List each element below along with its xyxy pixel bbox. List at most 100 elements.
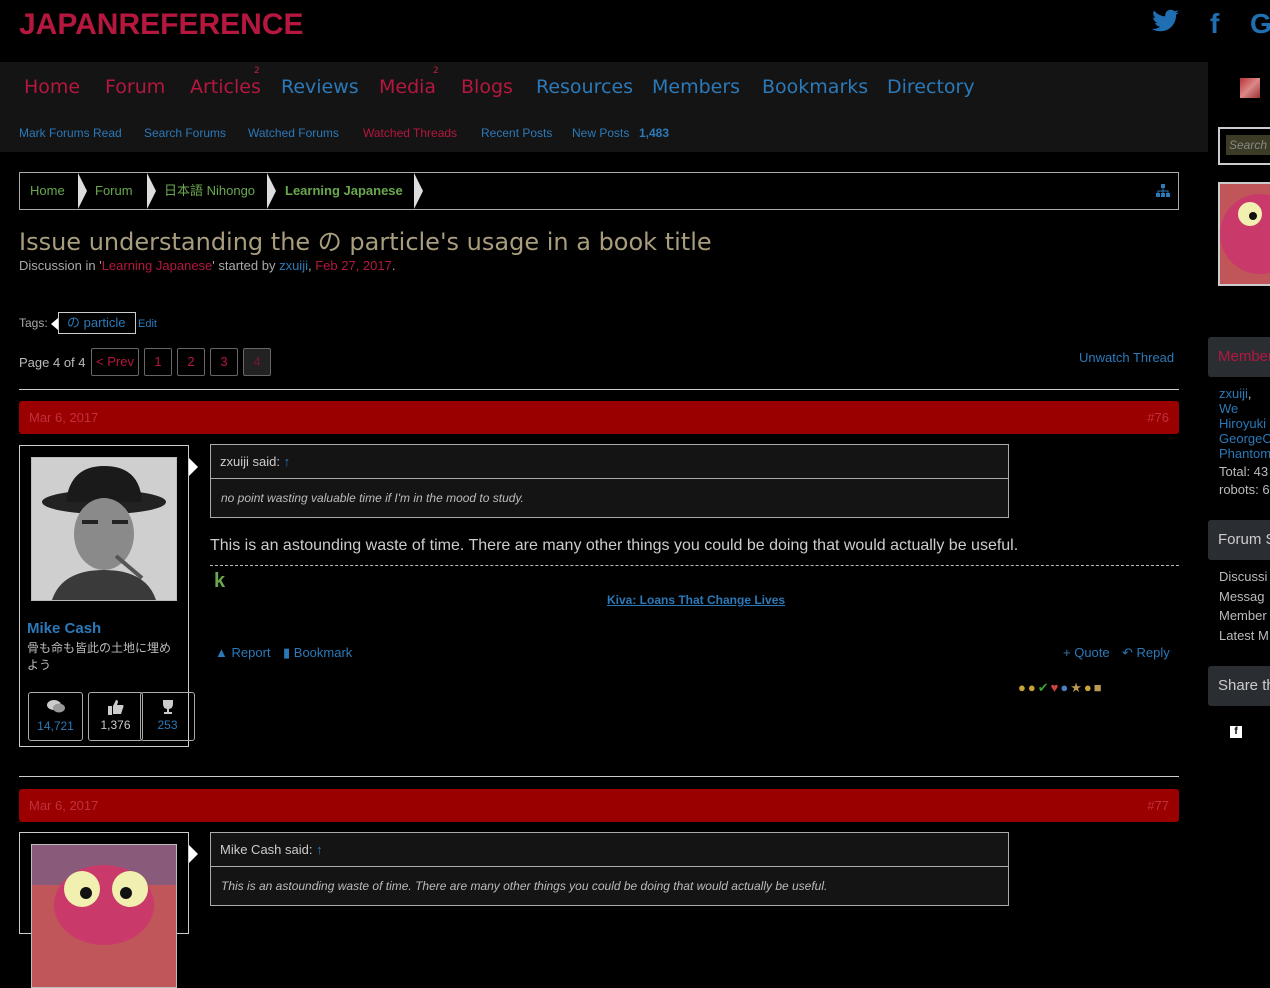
kiva-logo[interactable]: k [214,570,225,593]
mark-forums-read-link[interactable]: Mark Forums Read [19,126,122,140]
member-link[interactable]: zxuiji [1219,386,1248,401]
post-number[interactable]: #76 [1147,410,1169,425]
user-avatar[interactable] [31,457,177,601]
page-3-button[interactable]: 3 [210,348,238,376]
nav-articles[interactable]: Articles 2 [190,66,261,98]
nav-home[interactable]: Home [24,76,80,98]
likes-icon [89,699,142,718]
breadcrumb-separator [267,173,276,209]
sub-nav: Mark Forums Read Search Forums Watched F… [0,112,1208,152]
funny-reaction-icon[interactable]: ● [1028,680,1038,695]
info-reaction-icon[interactable]: ● [1060,680,1070,695]
user-title: 骨も命も皆此の土地に埋めよう [27,641,172,672]
facebook-share-icon[interactable]: f [1230,726,1242,738]
main-nav: Home Forum Articles 2 Reviews Media 2 Blog… [0,62,1260,112]
search-input[interactable]: Search [1226,135,1270,155]
stat-likes[interactable]: 1,376 [88,692,143,741]
signature-link[interactable]: Kiva: Loans That Change Lives [607,593,785,607]
breadcrumb-learning-japanese[interactable]: Learning Japanese [285,173,403,209]
lock-reaction-icon[interactable]: ■ [1094,680,1104,695]
meta-end: . [391,258,396,273]
breadcrumb-nihongo[interactable]: 日本語 Nihongo [164,173,255,209]
award-reaction-icon[interactable]: ★ [1070,680,1084,695]
tag-pointer [51,318,58,330]
page-label: Page 4 of 4 [19,355,86,370]
love-reaction-icon[interactable]: ♥ [1051,680,1061,695]
sidebar-avatar[interactable] [1218,182,1270,286]
divider [19,389,1179,390]
quote-jump-arrow[interactable]: ↑ [284,454,291,469]
bookmark-label: Bookmark [293,645,353,660]
nav-resources[interactable]: Resources [536,76,633,98]
quote-text: no point wasting valuable time if I'm in… [221,491,524,505]
stat-messages[interactable]: 14,721 [28,692,83,741]
reaction-bar: ●●✔♥●★●■ [1018,680,1104,696]
username-link[interactable]: Mike Cash [27,620,101,637]
site-logo[interactable]: JAPANREFERENCE [19,8,304,42]
tag-edit-link[interactable]: Edit [138,318,157,330]
member-link[interactable]: Phantom [1219,446,1270,461]
nav-members[interactable]: Members [652,76,740,98]
meta-author-link[interactable]: zxuiji [279,258,308,273]
page-1-button[interactable]: 1 [144,348,172,376]
members-robots: robots: 6 [1219,482,1270,497]
nav-bookmarks[interactable]: Bookmarks [762,76,868,98]
member-link[interactable]: Hiroyuki [1219,416,1266,431]
meta-forum-link[interactable]: Learning Japanese [102,258,213,273]
meh-reaction-icon[interactable]: ● [1084,680,1094,695]
member-link[interactable]: We [1219,401,1238,416]
quote-jump-arrow[interactable]: ↑ [316,842,323,857]
tag-no-particle[interactable]: の particle [58,312,136,334]
meta-prefix: Discussion in ' [19,258,102,273]
facebook-icon[interactable]: f [1210,8,1219,40]
forum-stats-heading: Forum S [1208,520,1270,560]
laugh-reaction-icon[interactable]: ● [1018,680,1028,695]
reply-label: Reply [1136,645,1170,660]
post-number[interactable]: #77 [1147,798,1169,813]
user-avatar[interactable] [31,844,177,988]
nav-directory[interactable]: Directory [887,76,975,98]
trophy-icon [141,699,194,718]
tag-label: の particle [67,315,126,330]
stat-trophies[interactable]: 253 [140,692,195,741]
reply-button[interactable]: ↶ Reply [1122,645,1170,661]
prev-page-button[interactable]: < Prev [91,348,139,376]
twitter-icon[interactable] [1152,8,1180,40]
recent-posts-link[interactable]: Recent Posts [481,126,552,140]
new-posts-link[interactable]: New Posts [572,126,629,140]
post-date[interactable]: Mar 6, 2017 [29,798,98,813]
watched-threads-link[interactable]: Watched Threads [363,126,457,140]
nav-media[interactable]: Media 2 [379,66,439,98]
meta-mid: ' started by [212,258,280,273]
stats-latest-member: Latest M [1219,628,1269,643]
google-icon[interactable]: G [1250,8,1270,40]
unwatch-thread-link[interactable]: Unwatch Thread [1079,350,1174,365]
watched-forums-link[interactable]: Watched Forums [248,126,339,140]
nav-reviews[interactable]: Reviews [281,76,359,98]
breadcrumb-home[interactable]: Home [30,173,65,209]
quote-button[interactable]: + Quote [1063,645,1110,660]
stats-members: Member [1219,608,1267,623]
sitemap-icon[interactable] [1156,184,1170,198]
breadcrumb-forum[interactable]: Forum [95,173,133,209]
agree-reaction-icon[interactable]: ✔ [1038,680,1051,695]
nav-media-label: Media [379,76,437,98]
post-body: This is an astounding waste of time. The… [210,537,1019,554]
page-4-button[interactable]: 4 [243,348,271,376]
report-button[interactable]: ▲ Report [215,645,271,660]
post-date[interactable]: Mar 6, 2017 [29,410,98,425]
member-link[interactable]: GeorgeC [1219,431,1270,446]
user-pointer [189,845,198,863]
user-avatar-small[interactable] [1240,78,1260,98]
nav-forum[interactable]: Forum [105,76,165,98]
page-2-button[interactable]: 2 [177,348,205,376]
thread-meta: Discussion in 'Learning Japanese' starte… [19,258,395,273]
warning-icon: ▲ [215,645,228,660]
quote-header: Mike Cash said: ↑ [211,833,1008,867]
nav-blogs[interactable]: Blogs [461,76,513,98]
meta-date-link[interactable]: Feb 27, 2017 [315,258,392,273]
bookmark-button[interactable]: ▮ Bookmark [283,645,352,661]
tags-label: Tags: [19,316,48,330]
search-forums-link[interactable]: Search Forums [144,126,226,140]
search-input-wrapper: Search [1218,127,1270,165]
